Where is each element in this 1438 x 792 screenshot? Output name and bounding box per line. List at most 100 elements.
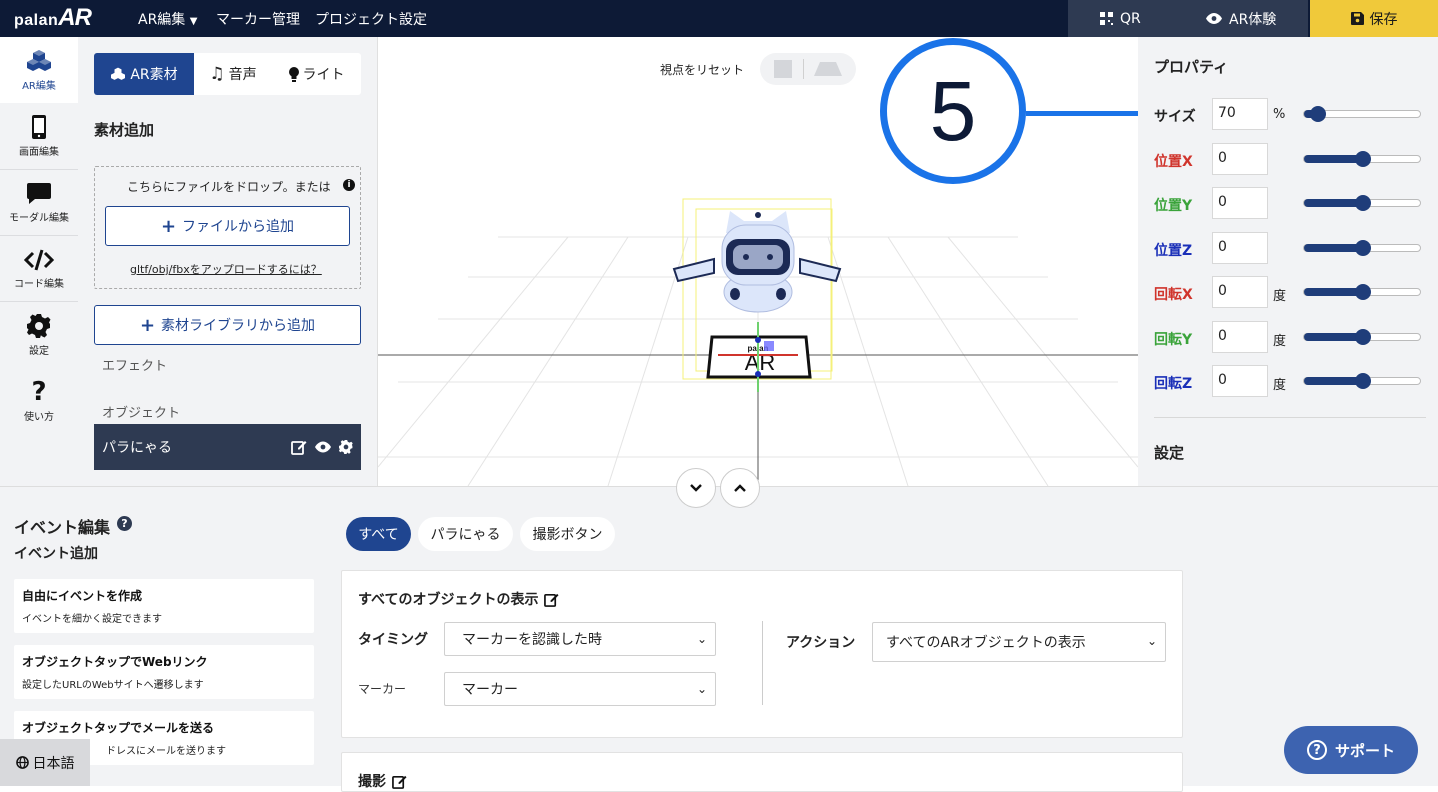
save-button[interactable]: 保存	[1310, 0, 1438, 37]
info-icon[interactable]: i	[343, 179, 355, 191]
character-model[interactable]	[672, 211, 842, 313]
property-label: 回転Z	[1154, 376, 1193, 392]
toggle-divider	[803, 59, 804, 79]
property-input[interactable]: 0	[1212, 321, 1268, 353]
property-input[interactable]: 70	[1212, 98, 1268, 130]
rail-screen-edit[interactable]: 画面編集	[0, 103, 78, 169]
property-input[interactable]: 0	[1212, 276, 1268, 308]
object-row[interactable]: パラにゃる	[94, 424, 361, 470]
help-icon[interactable]: ?	[117, 516, 132, 531]
rail-modal-edit[interactable]: モーダル編集	[0, 170, 78, 236]
qr-button[interactable]: QR	[1100, 0, 1141, 37]
language-switcher[interactable]: 日本語	[0, 739, 90, 786]
asset-add-title: 素材追加	[94, 121, 155, 139]
perspective-view-icon[interactable]	[814, 62, 842, 76]
edit-icon[interactable]	[392, 774, 407, 789]
property-input[interactable]: 0	[1212, 232, 1268, 264]
menu-ar-edit[interactable]: AR編集 ▼	[138, 9, 197, 29]
file-drop-zone[interactable]: こちらにファイルをドロップ。または i + ファイルから追加 gltf/obj/f…	[94, 166, 361, 289]
slider-thumb[interactable]	[1355, 329, 1371, 345]
top-bar: palanAR AR編集 ▼ マーカー管理 プロジェクト設定 QR AR体験 保…	[0, 0, 1438, 37]
asset-tabs: AR素材 ♫ 音声 ライト	[94, 53, 361, 95]
slider-thumb[interactable]	[1355, 284, 1371, 300]
ar-experience-button[interactable]: AR体験	[1206, 0, 1276, 37]
edit-icon[interactable]	[544, 592, 559, 607]
globe-icon	[15, 756, 29, 769]
slider-thumb[interactable]	[1355, 240, 1371, 256]
property-label: 回転Y	[1154, 332, 1193, 348]
gear-icon[interactable]	[339, 440, 353, 454]
property-slider[interactable]	[1303, 195, 1421, 211]
plus-icon: +	[139, 314, 156, 336]
edit-icon[interactable]	[291, 439, 307, 455]
property-input[interactable]: 0	[1212, 365, 1268, 397]
property-panel: プロパティ サイズ 70% 位置X 0 位置Y 0 位置Z 0 回転X 0 度回転Y 0 度回転Z 0 度 …	[1138, 37, 1438, 486]
cubes-icon	[27, 49, 51, 71]
property-input[interactable]: 0	[1212, 187, 1268, 219]
chat-bubble-icon	[27, 182, 51, 204]
action-select[interactable]: すべてのARオブジェクトの表示 ⌄	[872, 622, 1166, 662]
app-logo[interactable]: palanAR	[14, 4, 92, 32]
chevron-down-icon: ▼	[189, 16, 198, 27]
3d-viewport[interactable]: AR palan 視点をリセット 5	[378, 37, 1138, 486]
rail-settings[interactable]: 設定	[0, 302, 78, 368]
event-panel: イベント編集 ? イベント追加 自由にイベントを作成 イベントを細かく設定できま…	[0, 468, 1438, 792]
event-template-card[interactable]: オブジェクトタップでWebリンク 設定したURLのWebサイトへ遷移します	[14, 645, 314, 699]
action-label: アクション	[786, 635, 856, 651]
rail-code-edit[interactable]: コード編集	[0, 236, 78, 302]
callout-line	[1026, 111, 1138, 116]
property-slider[interactable]	[1303, 284, 1421, 300]
slider-thumb[interactable]	[1355, 373, 1371, 389]
rail-label: AR編集	[22, 80, 56, 92]
event-card-title: すべてのオブジェクトの表示	[358, 589, 559, 609]
add-from-file-button[interactable]: + ファイルから追加	[105, 206, 350, 246]
property-input[interactable]: 0	[1212, 143, 1268, 175]
property-divider	[1154, 417, 1426, 418]
grid-view-icon[interactable]	[774, 60, 792, 78]
rail-label: コード編集	[14, 278, 64, 290]
lightbulb-icon	[288, 66, 299, 82]
event-card-title: 撮影	[358, 771, 407, 791]
property-slider[interactable]	[1303, 151, 1421, 167]
rail-how-to[interactable]: ? 使い方	[0, 368, 78, 434]
tab-ar-assets[interactable]: AR素材	[94, 53, 194, 95]
menu-project-settings[interactable]: プロジェクト設定	[315, 9, 427, 29]
menu-marker-management[interactable]: マーカー管理	[216, 9, 300, 29]
slider-thumb[interactable]	[1355, 151, 1371, 167]
reset-view-button[interactable]: 視点をリセット	[660, 61, 744, 78]
object-label: オブジェクト	[102, 406, 181, 421]
rail-ar-edit[interactable]: AR編集	[0, 37, 78, 103]
marker-select[interactable]: マーカー ⌄	[444, 672, 716, 706]
question-icon: ?	[31, 376, 47, 407]
gear-icon	[27, 313, 51, 338]
expand-panel-button[interactable]	[720, 468, 760, 508]
property-label: 位置Z	[1154, 243, 1193, 259]
rail-label: 画面編集	[19, 146, 59, 158]
chevron-down-icon: ⌄	[696, 682, 707, 696]
filter-capture-button[interactable]: 撮影ボタン	[520, 517, 615, 551]
tab-audio[interactable]: ♫ 音声	[194, 53, 272, 95]
timing-select[interactable]: マーカーを認識した時 ⌄	[444, 622, 716, 656]
slider-thumb[interactable]	[1355, 195, 1371, 211]
tab-light[interactable]: ライト	[272, 53, 361, 95]
slider-thumb[interactable]	[1310, 106, 1327, 122]
property-slider[interactable]	[1303, 373, 1421, 389]
filter-paranyaru[interactable]: パラにゃる	[418, 517, 513, 551]
view-mode-toggle	[760, 53, 856, 85]
phone-icon	[32, 114, 46, 139]
filter-all[interactable]: すべて	[346, 517, 411, 551]
property-slider[interactable]	[1303, 106, 1421, 122]
upload-help-link[interactable]: gltf/obj/fbxをアップロードするには？	[130, 261, 322, 277]
event-template-card[interactable]: 自由にイベントを作成 イベントを細かく設定できます	[14, 579, 314, 633]
event-card: すべてのオブジェクトの表示 タイミング マーカーを認識した時 ⌄ マーカー マーカ…	[341, 570, 1183, 738]
property-unit: 度	[1273, 289, 1287, 304]
event-edit-title: イベント編集	[14, 518, 111, 537]
collapse-panel-button[interactable]	[676, 468, 716, 508]
property-slider[interactable]	[1303, 329, 1421, 345]
property-slider[interactable]	[1303, 240, 1421, 256]
effect-label: エフェクト	[102, 359, 168, 374]
eye-icon[interactable]	[315, 441, 331, 453]
add-from-library-button[interactable]: + 素材ライブラリから追加	[94, 305, 361, 345]
chevron-down-icon: ⌄	[696, 632, 707, 646]
support-button[interactable]: ? サポート	[1284, 726, 1418, 774]
